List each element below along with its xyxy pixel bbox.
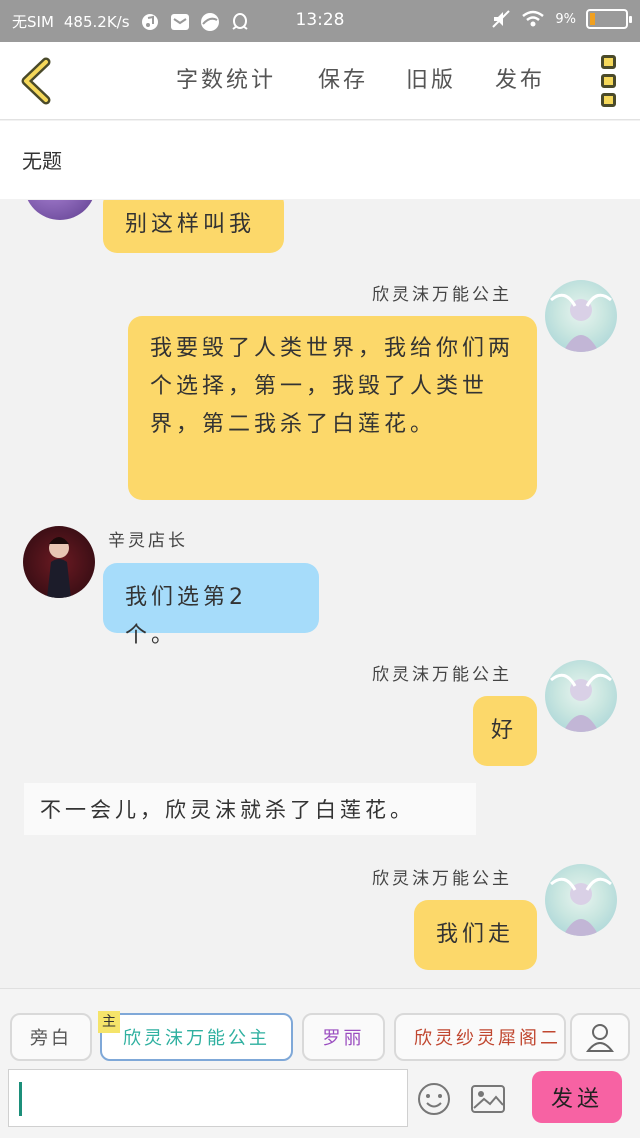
status-right: 9% (491, 9, 632, 29)
message-bubble[interactable]: 别这样叫我 (103, 200, 284, 253)
speaker-name: 辛灵店长 (108, 531, 188, 551)
avatar[interactable] (545, 660, 617, 732)
speaker-name: 欣灵沫万能公主 (372, 285, 512, 305)
avatar[interactable] (24, 200, 96, 220)
message-bubble[interactable]: 好 (473, 696, 537, 766)
mute-icon (492, 10, 511, 28)
send-button[interactable]: 发送 (532, 1071, 622, 1123)
user-icon (585, 1024, 615, 1052)
speaker-name: 欣灵沫万能公主 (372, 869, 512, 889)
speaker-name: 欣灵沫万能公主 (372, 665, 512, 685)
editor-toolbar: 字数统计 保存 旧版 发布 (0, 42, 640, 120)
avatar-figure-icon (550, 673, 612, 732)
emoji-icon[interactable] (416, 1081, 452, 1117)
message-input[interactable] (8, 1069, 408, 1127)
main-character-badge: 主 (98, 1011, 120, 1033)
character-tab-narrator[interactable]: 旁白 (10, 1013, 92, 1061)
battery-icon (586, 9, 632, 29)
save-button[interactable]: 保存 (318, 62, 368, 94)
composer: 旁白 欣灵沫万能公主 主 罗丽 欣灵纱灵犀阁二 发送 (0, 988, 640, 1138)
text-caret (19, 1082, 22, 1116)
battery-percent: 9% (555, 11, 576, 27)
avatar-figure-icon (550, 877, 612, 936)
character-tab-main[interactable]: 欣灵沫万能公主 (100, 1013, 293, 1061)
avatar-figure-icon (550, 293, 612, 352)
title-bar[interactable]: 无题 (0, 121, 640, 199)
publish-button[interactable]: 发布 (495, 62, 545, 94)
word-count-button[interactable]: 字数统计 (176, 62, 276, 94)
status-bar: 无SIM 485.2K/s 13:28 9% (0, 0, 640, 42)
add-character-button[interactable] (570, 1013, 630, 1061)
character-tab-third[interactable]: 欣灵纱灵犀阁二 (394, 1013, 566, 1061)
avatar[interactable] (545, 280, 617, 352)
message-bubble[interactable]: 我要毁了人类世界，我给你们两个选择，第一，我毁了人类世界，第二我杀了白莲花。 (128, 316, 537, 500)
chat-area[interactable]: 别这样叫我 欣灵沫万能公主 我要毁了人类世界，我给你们两个选择，第一，我毁了人类… (0, 200, 640, 988)
message-bubble[interactable]: 我们选第2个。 (103, 563, 319, 648)
avatar[interactable] (23, 526, 95, 598)
narration-message[interactable]: 不一会儿，欣灵沫就杀了白莲花。 (24, 783, 476, 835)
wifi-icon (522, 10, 545, 27)
character-tab-second[interactable]: 罗丽 (302, 1013, 385, 1061)
more-menu-icon[interactable] (598, 55, 618, 107)
back-icon[interactable] (12, 56, 60, 106)
avatar[interactable] (545, 864, 617, 936)
avatar-figure-icon (47, 537, 71, 598)
old-version-button[interactable]: 旧版 (406, 62, 456, 94)
message-bubble[interactable]: 我们走 (414, 900, 537, 970)
document-title: 无题 (22, 149, 62, 173)
image-icon[interactable] (470, 1083, 506, 1115)
